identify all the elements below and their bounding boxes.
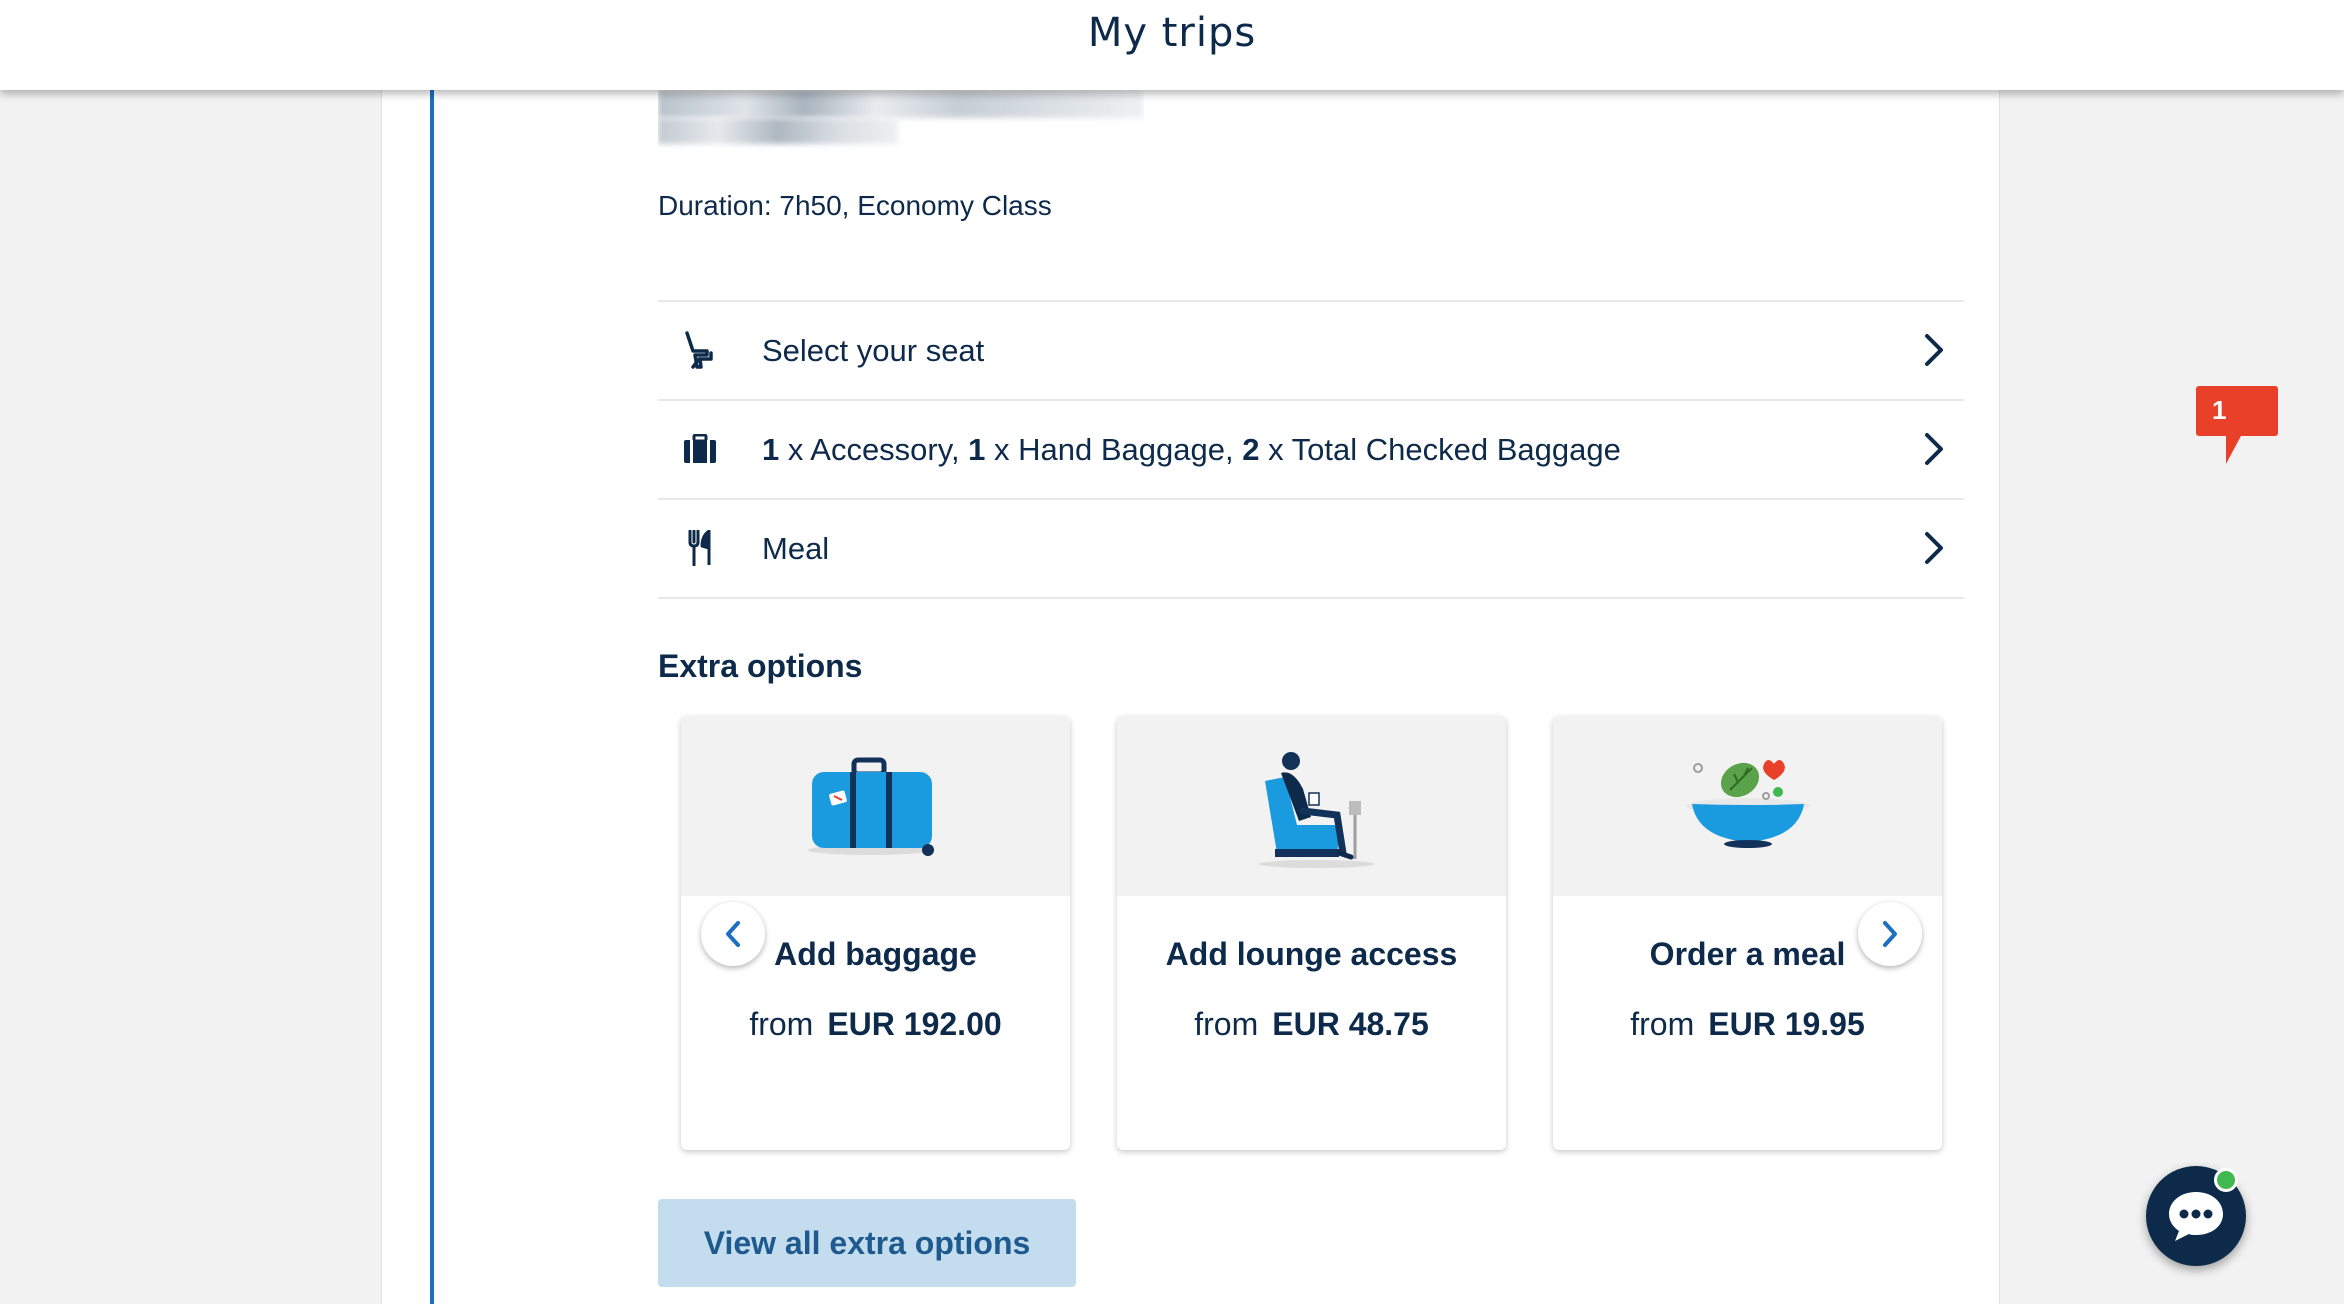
chevron-right-icon bbox=[1925, 532, 1943, 564]
cutlery-icon bbox=[680, 528, 720, 568]
blurred-flight-info bbox=[658, 90, 1144, 148]
notification-badge[interactable]: 1 bbox=[2196, 386, 2278, 464]
chevron-left-icon bbox=[726, 921, 740, 947]
card-price: from EUR 19.95 bbox=[1630, 1006, 1865, 1042]
add-lounge-card[interactable]: Add lounge access from EUR 48.75 bbox=[1117, 716, 1506, 1150]
baggage-icon bbox=[680, 429, 720, 469]
lounge-illustration-icon bbox=[1117, 716, 1506, 896]
chat-button[interactable] bbox=[2146, 1166, 2246, 1266]
timeline-line bbox=[430, 90, 434, 1304]
carousel-prev-button[interactable] bbox=[701, 902, 765, 966]
extra-options-heading: Extra options bbox=[658, 648, 863, 684]
top-bar: My trips bbox=[0, 0, 2344, 90]
service-options-list: Select your seat 1 x Accessory, 1 x Hand… bbox=[658, 300, 1964, 599]
card-title: Add lounge access bbox=[1165, 936, 1458, 972]
meal-row[interactable]: Meal bbox=[658, 498, 1964, 599]
card-price: from EUR 192.00 bbox=[749, 1006, 1002, 1042]
baggage-label: 1 x Accessory, 1 x Hand Baggage, 2 x Tot… bbox=[762, 431, 1621, 467]
chevron-right-icon bbox=[1925, 433, 1943, 465]
chevron-right-icon bbox=[1925, 334, 1943, 366]
page-title: My trips bbox=[1087, 10, 1257, 56]
carousel-next-button[interactable] bbox=[1858, 902, 1922, 966]
chevron-right-icon bbox=[1883, 921, 1897, 947]
seat-icon bbox=[680, 330, 720, 370]
notification-count: 1 bbox=[2212, 395, 2227, 425]
baggage-row[interactable]: 1 x Accessory, 1 x Hand Baggage, 2 x Tot… bbox=[658, 399, 1964, 498]
view-all-extra-options-button[interactable]: View all extra options bbox=[658, 1199, 1076, 1287]
meal-label: Meal bbox=[762, 530, 830, 566]
select-seat-row[interactable]: Select your seat bbox=[658, 300, 1964, 399]
chat-bubble-icon bbox=[2169, 1192, 2223, 1241]
suitcase-illustration-icon bbox=[681, 716, 1070, 896]
meal-bowl-illustration-icon bbox=[1553, 716, 1942, 896]
card-price: from EUR 48.75 bbox=[1194, 1006, 1429, 1042]
select-seat-label: Select your seat bbox=[762, 332, 985, 368]
online-status-dot bbox=[2214, 1168, 2238, 1192]
flight-duration: Duration: 7h50, Economy Class bbox=[658, 190, 1052, 221]
